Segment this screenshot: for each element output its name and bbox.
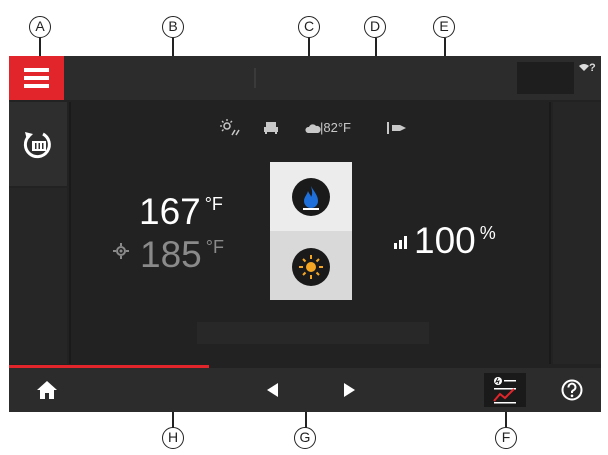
burner-modulation: 100% bbox=[394, 216, 496, 262]
callout-c: C bbox=[298, 16, 320, 38]
outside-temperature: |82°F bbox=[320, 120, 351, 135]
message-bar bbox=[197, 322, 429, 344]
question-mark-icon bbox=[561, 379, 583, 401]
actual-temperature-value: 167 bbox=[139, 191, 201, 232]
pump-icon bbox=[387, 122, 406, 134]
target-icon bbox=[113, 243, 134, 263]
status-area bbox=[517, 62, 574, 94]
home-button[interactable] bbox=[27, 368, 67, 412]
burner-mode-button[interactable] bbox=[270, 162, 352, 231]
previous-button[interactable] bbox=[257, 368, 287, 412]
armchair-icon bbox=[264, 122, 278, 134]
hamburger-line bbox=[24, 76, 49, 80]
callout-d: D bbox=[364, 16, 386, 38]
setpoint-temperature-unit: °F bbox=[205, 237, 224, 257]
sun-icon[interactable] bbox=[292, 248, 330, 286]
hamburger-line bbox=[24, 84, 49, 88]
left-arrow-icon bbox=[267, 383, 278, 397]
callout-f: F bbox=[495, 427, 517, 449]
callout-b: B bbox=[162, 16, 184, 38]
right-arrow-icon bbox=[344, 383, 355, 397]
wifi-unknown-icon: ? bbox=[579, 62, 596, 74]
callout-e: E bbox=[433, 16, 455, 38]
topbar-separator bbox=[254, 68, 256, 88]
heating-circuit-icon bbox=[23, 132, 51, 159]
panel-divider bbox=[549, 102, 551, 364]
signal-bars-icon bbox=[394, 216, 410, 258]
sidebar-panel-empty bbox=[9, 188, 67, 364]
modulation-unit: % bbox=[479, 223, 496, 243]
actual-temperature: 167 °F bbox=[139, 191, 223, 233]
sun-icon bbox=[220, 119, 240, 136]
actual-temperature-unit: °F bbox=[204, 194, 223, 214]
bottom-bar bbox=[9, 368, 601, 412]
panel-divider bbox=[69, 102, 71, 364]
callout-h: H bbox=[162, 427, 184, 449]
menu-button[interactable] bbox=[9, 56, 64, 100]
energy-cockpit-icon bbox=[493, 377, 516, 404]
energy-cockpit-button[interactable] bbox=[484, 373, 526, 407]
heating-circuit-tab[interactable] bbox=[9, 102, 67, 186]
setpoint-temperature-value: 185 bbox=[140, 234, 202, 275]
setpoint-temperature[interactable]: 185 °F bbox=[113, 234, 224, 276]
right-panel bbox=[553, 102, 601, 364]
modulation-value: 100 bbox=[414, 220, 476, 261]
hamburger-menu-icon bbox=[24, 68, 49, 72]
operating-mode-box bbox=[270, 162, 352, 300]
flame-icon bbox=[292, 178, 330, 216]
callout-g: G bbox=[294, 427, 316, 449]
next-button[interactable] bbox=[335, 368, 365, 412]
controller-screen: ? |82°F 167 °F 185 °F 100 % bbox=[9, 56, 601, 412]
callout-a: A bbox=[29, 16, 51, 38]
help-button[interactable] bbox=[554, 368, 590, 412]
cloud-icon bbox=[305, 124, 321, 133]
home-icon bbox=[37, 381, 57, 399]
top-bar: ? bbox=[9, 56, 601, 100]
wifi-status-mark: ? bbox=[589, 62, 596, 74]
